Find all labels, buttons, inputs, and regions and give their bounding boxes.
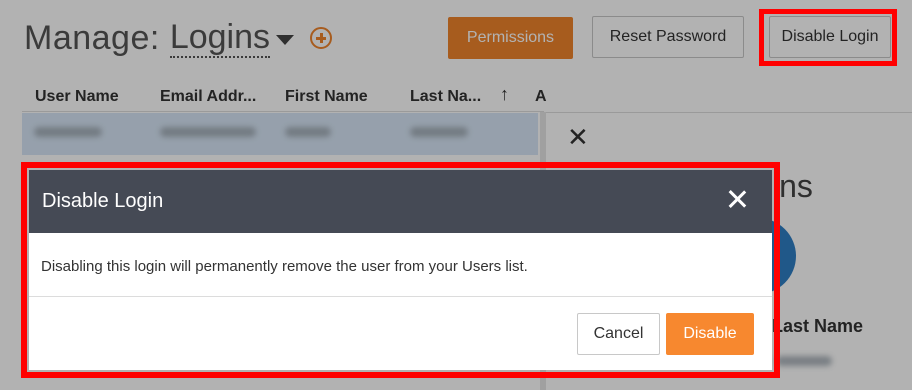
highlight-box-disable-login — [759, 9, 897, 66]
highlight-box-dialog — [21, 162, 780, 378]
